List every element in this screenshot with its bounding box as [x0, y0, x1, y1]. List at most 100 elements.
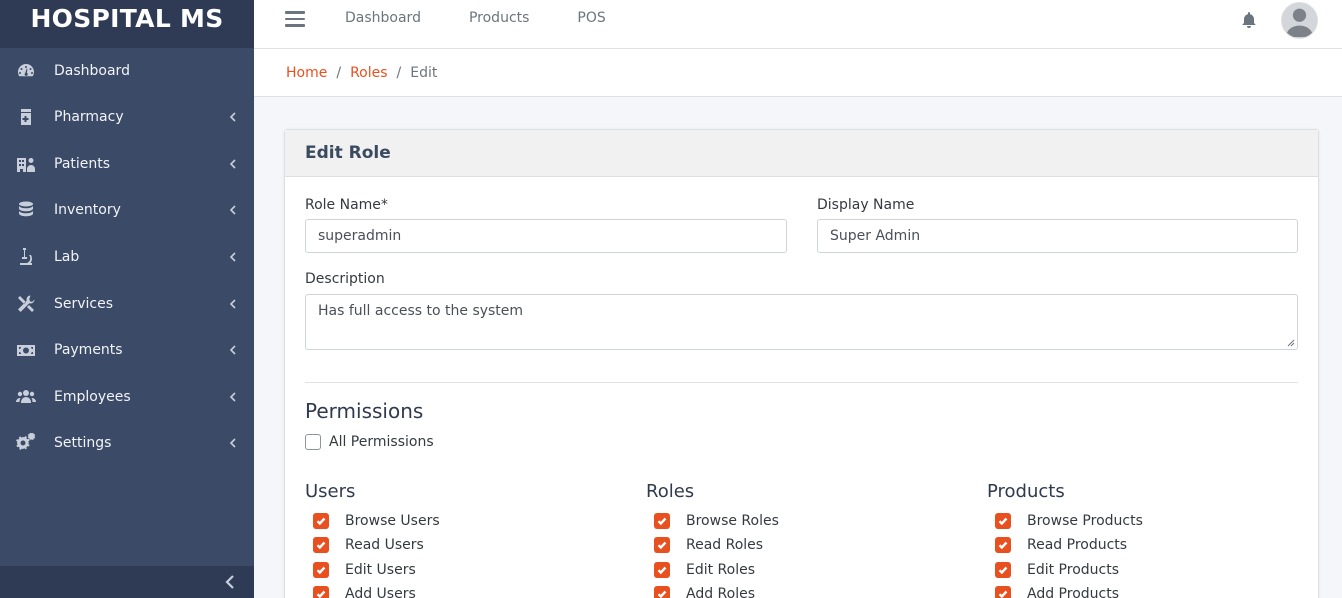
checkbox-checked[interactable]	[654, 513, 670, 529]
perm-read-users[interactable]: Read Users	[313, 537, 424, 553]
checkbox-checked[interactable]	[313, 537, 329, 553]
sidebar-item-label: Employees	[54, 388, 131, 405]
perm-label: Add Users	[345, 586, 416, 598]
all-permissions-label: All Permissions	[329, 434, 434, 450]
form-divider	[305, 382, 1298, 383]
chevron-left-icon	[225, 575, 234, 589]
brand[interactable]: HOSPITAL MS	[0, 0, 254, 48]
checkbox-checked[interactable]	[995, 513, 1011, 529]
checkbox-checked[interactable]	[313, 562, 329, 578]
perm-edit-roles[interactable]: Edit Roles	[654, 562, 755, 578]
chevron-left-icon	[228, 252, 238, 262]
perm-label: Read Roles	[686, 537, 764, 553]
sidebar-item-patients[interactable]: Patients	[0, 141, 254, 188]
chevron-left-icon	[228, 345, 238, 355]
top-right-actions	[1241, 1, 1318, 39]
sidebar-item-label: Patients	[54, 155, 111, 172]
description-textarea[interactable]: Has full access to the system	[305, 294, 1298, 350]
sidebar-item-label: Settings	[54, 435, 112, 452]
perm-add-roles[interactable]: Add Roles	[654, 586, 755, 598]
sidebar-item-services[interactable]: Services	[0, 280, 254, 327]
chevron-left-icon	[228, 438, 238, 449]
sidebar-item-pharmacy[interactable]: Pharmacy	[0, 94, 254, 141]
microscope-icon	[14, 246, 38, 268]
database-icon	[14, 199, 38, 221]
sidebar-item-label: Payments	[54, 342, 123, 359]
sidebar-item-employees[interactable]: Employees	[0, 374, 254, 421]
perm-add-products[interactable]: Add Products	[995, 586, 1119, 598]
perm-browse-roles[interactable]: Browse Roles	[654, 513, 779, 529]
cogs-icon	[14, 432, 38, 454]
breadcrumb-separator: /	[396, 64, 402, 81]
sidebar-collapse-button[interactable]	[0, 566, 254, 598]
sidebar-item-inventory[interactable]: Inventory	[0, 187, 254, 234]
chevron-left-icon	[228, 112, 238, 122]
chevron-left-icon	[228, 159, 238, 169]
perm-label: Browse Users	[345, 513, 440, 529]
role-name-input[interactable]: superadmin	[305, 219, 787, 253]
sidebar-item-label: Dashboard	[54, 63, 130, 79]
perm-label: Read Products	[1027, 537, 1128, 553]
description-text: Has full access to the system	[318, 303, 524, 319]
sidebar-item-label: Pharmacy	[54, 109, 124, 126]
all-permissions-checkbox[interactable]: All Permissions	[305, 434, 434, 450]
perm-read-products[interactable]: Read Products	[995, 537, 1127, 553]
sidebar-item-dashboard[interactable]: Dashboard	[0, 48, 254, 94]
checkbox-checked[interactable]	[313, 513, 329, 529]
breadcrumb-separator: /	[336, 64, 342, 81]
checkbox-checked[interactable]	[995, 562, 1011, 578]
top-link-pos[interactable]: POS	[577, 10, 605, 26]
resize-grip-icon[interactable]	[1287, 339, 1295, 347]
brand-title: HOSPITAL MS	[30, 3, 224, 33]
chevron-left-icon	[228, 392, 238, 402]
perm-label: Edit Users	[345, 562, 416, 578]
card-title: Edit Role	[305, 143, 391, 163]
display-name-label: Display Name	[817, 197, 915, 213]
breadcrumb: Home / Roles / Edit	[254, 49, 1342, 97]
permissions-heading: Permissions	[305, 399, 424, 423]
money-bill-icon	[14, 339, 38, 361]
perm-label: Edit Products	[1027, 562, 1120, 578]
checkbox-checked[interactable]	[654, 586, 670, 598]
perm-edit-users[interactable]: Edit Users	[313, 562, 416, 578]
sidebar-item-payments[interactable]: Payments	[0, 327, 254, 374]
perm-label: Browse Products	[1027, 513, 1143, 529]
dashboard-gauge-icon	[14, 60, 38, 82]
perm-edit-products[interactable]: Edit Products	[995, 562, 1119, 578]
perm-browse-users[interactable]: Browse Users	[313, 513, 440, 529]
checkbox-checked[interactable]	[995, 537, 1011, 553]
checkbox-checked[interactable]	[654, 562, 670, 578]
checkbox-checked[interactable]	[654, 537, 670, 553]
checkbox-unchecked[interactable]	[305, 434, 321, 450]
display-name-input[interactable]: Super Admin	[817, 219, 1298, 253]
perm-label: Add Products	[1027, 586, 1120, 598]
pharmacy-icon	[14, 106, 38, 128]
checkbox-checked[interactable]	[995, 586, 1011, 598]
user-avatar[interactable]	[1281, 1, 1318, 39]
perm-browse-products[interactable]: Browse Products	[995, 513, 1143, 529]
tools-icon	[14, 293, 38, 315]
checkbox-checked[interactable]	[313, 586, 329, 598]
sidebar-item-lab[interactable]: Lab	[0, 234, 254, 281]
breadcrumb-current: Edit	[410, 64, 438, 81]
hamburger-menu-icon[interactable]	[285, 11, 305, 27]
top-link-dashboard[interactable]: Dashboard	[345, 10, 421, 26]
edit-role-card: Edit Role Role Name* superadmin Display …	[284, 129, 1319, 598]
sidebar-item-label: Inventory	[54, 202, 121, 219]
perm-add-users[interactable]: Add Users	[313, 586, 416, 598]
bell-icon[interactable]	[1241, 12, 1257, 28]
perm-label: Add Roles	[686, 586, 756, 598]
breadcrumb-home[interactable]: Home	[286, 65, 327, 81]
sidebar: HOSPITAL MS Dashboard Pharmacy Patients	[0, 0, 254, 598]
description-label: Description	[305, 271, 385, 287]
perm-label: Edit Roles	[686, 562, 756, 578]
sidebar-item-label: Lab	[54, 249, 80, 266]
group-heading-roles: Roles	[646, 481, 695, 502]
card-header: Edit Role	[285, 130, 1318, 177]
group-heading-products: Products	[987, 481, 1065, 502]
top-navbar: Dashboard Products POS	[254, 0, 1342, 49]
sidebar-item-settings[interactable]: Settings	[0, 420, 254, 467]
perm-read-roles[interactable]: Read Roles	[654, 537, 763, 553]
top-link-products[interactable]: Products	[469, 10, 529, 26]
breadcrumb-roles[interactable]: Roles	[350, 65, 387, 81]
